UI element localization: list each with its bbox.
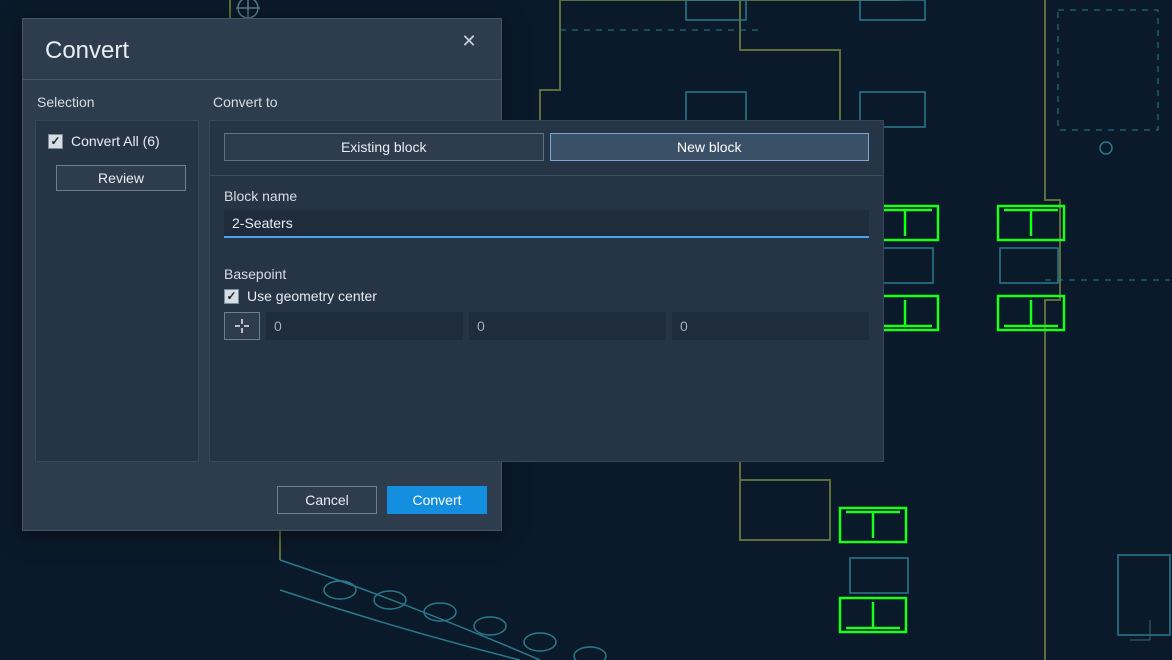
basepoint-label: Basepoint xyxy=(224,266,869,282)
close-button[interactable]: ✕ xyxy=(459,31,479,51)
checkbox-icon xyxy=(224,289,239,304)
selection-panel: Convert All (6) Review xyxy=(35,120,199,462)
pick-basepoint-button[interactable] xyxy=(224,312,260,340)
cancel-button[interactable]: Cancel xyxy=(277,486,377,514)
block-name-input[interactable] xyxy=(224,210,869,238)
block-mode-tabs: Existing block New block xyxy=(224,133,869,161)
basepoint-y-input[interactable] xyxy=(469,312,666,340)
dialog-title: Convert xyxy=(45,37,129,65)
pick-point-icon xyxy=(234,318,250,334)
convert-to-panel: Existing block New block Block name Base… xyxy=(209,120,884,462)
tab-existing-block[interactable]: Existing block xyxy=(224,133,544,161)
block-name-label: Block name xyxy=(224,188,869,204)
tab-new-block[interactable]: New block xyxy=(550,133,870,161)
basepoint-x-input[interactable] xyxy=(266,312,463,340)
use-geometry-center-checkbox[interactable]: Use geometry center xyxy=(224,288,869,304)
convert-to-heading: Convert to xyxy=(211,94,489,120)
basepoint-z-input[interactable] xyxy=(672,312,869,340)
convert-all-label: Convert All (6) xyxy=(71,133,160,149)
convert-all-checkbox[interactable]: Convert All (6) xyxy=(48,133,186,149)
convert-dialog: Convert ✕ Selection Convert to Convert A… xyxy=(22,18,502,531)
use-center-label: Use geometry center xyxy=(247,288,377,304)
close-icon: ✕ xyxy=(461,31,476,52)
selection-heading: Selection xyxy=(35,94,201,120)
checkbox-icon xyxy=(48,134,63,149)
review-button[interactable]: Review xyxy=(56,165,186,191)
convert-button[interactable]: Convert xyxy=(387,486,487,514)
